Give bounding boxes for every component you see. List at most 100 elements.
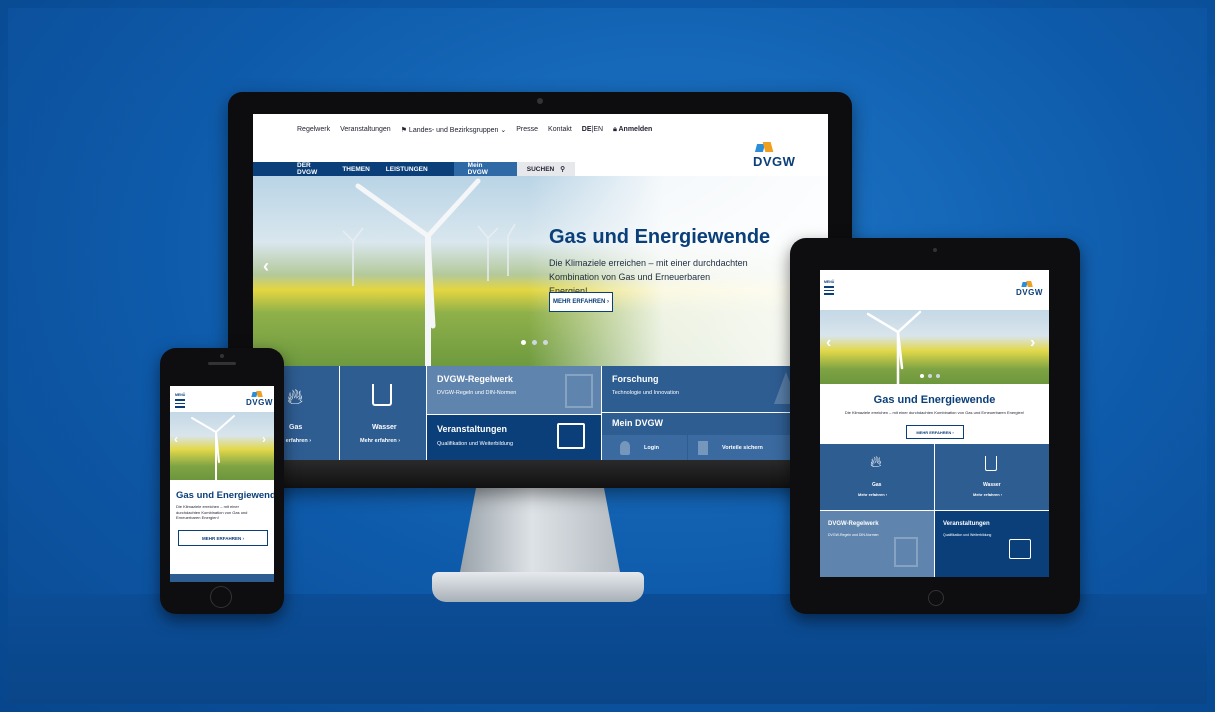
tile-regelwerk-title: DVGW-Regelwerk — [828, 521, 879, 527]
nav-landesgruppen[interactable]: ⚑ Landes- und Bezirksgruppen ⌄ — [401, 126, 507, 134]
monitor-camera — [537, 98, 543, 104]
tile-gas-link-label: Mehr erfahren — [858, 492, 885, 497]
wind-turbine-icon — [866, 310, 922, 384]
tile-gas-title: Gas — [289, 424, 303, 431]
slider-dot[interactable] — [521, 340, 526, 345]
login-link[interactable]: 🔒︎ Anmelden — [613, 126, 652, 134]
dvgw-logo[interactable]: DVGW — [753, 142, 795, 169]
nav-kontakt[interactable]: Kontakt — [548, 126, 572, 134]
phone: MENÜ DVGW ‹ › Gas und Energiewende Die K… — [160, 348, 284, 614]
tile-veranstaltungen[interactable]: Veranstaltungen Qualifikation und Weiter… — [427, 415, 601, 464]
main-navigation: DER DVGW THEMEN LEISTUNGEN Mein DVGW SUC… — [253, 162, 575, 176]
logo-mark-orange — [762, 142, 774, 152]
water-glass-icon — [372, 384, 392, 406]
nav-landesgruppen-label: Landes- und Bezirksgruppen — [408, 127, 499, 134]
tile-wasser-title: Wasser — [372, 424, 397, 431]
hero-image: ‹ › — [170, 412, 274, 480]
slider-prev-icon[interactable]: ‹ — [174, 432, 178, 446]
tile-regelwerk-subtitle: DVGW-Regeln und DIN-Normen — [437, 390, 517, 396]
hero-title: Gas und Energiewende — [549, 226, 771, 248]
hero-text: Die Klimaziele erreichen – mit einer dur… — [844, 410, 1025, 415]
slider-prev-icon[interactable]: ‹ — [826, 334, 831, 352]
tile-veranstaltungen-title: Veranstaltungen — [437, 424, 508, 434]
hero-slider: Gas und Energiewende Die Klimaziele erre… — [253, 176, 828, 366]
user-icon — [620, 441, 630, 455]
hero-more-label: MEHR ERFAHREN — [916, 429, 952, 435]
tablet-screen: MENÜ DVGW ‹ › Gas und Energiewende Die K… — [820, 270, 1049, 577]
phone-speaker — [208, 362, 236, 365]
slider-dot[interactable] — [936, 374, 940, 378]
logo-text: DVGW — [246, 398, 273, 407]
login-label: Anmelden — [618, 126, 653, 133]
tile-wasser[interactable]: Wasser Mehr erfahren › — [340, 366, 426, 464]
document-icon — [894, 537, 918, 567]
tile-regelwerk[interactable]: DVGW-Regelwerk DVGW-Regeln und DIN-Norme… — [427, 366, 601, 414]
tile-wasser-link[interactable]: Mehr erfahren › — [973, 492, 1002, 497]
presentation-icon — [1009, 539, 1031, 559]
slider-dot[interactable] — [920, 374, 924, 378]
hamburger-icon — [824, 286, 834, 288]
dvgw-logo[interactable]: DVGW — [1016, 281, 1043, 297]
menu-label: MENÜ — [175, 393, 186, 397]
tile-veranstaltungen[interactable]: Veranstaltungen Qualifikation und Weiter… — [935, 511, 1049, 577]
hero-image: ‹ › — [820, 310, 1049, 384]
flame-icon: 🔥︎ — [870, 454, 882, 471]
logo-mark-orange — [256, 391, 263, 397]
nav-mein-dvgw[interactable]: Mein DVGW — [453, 162, 517, 176]
slider-next-icon[interactable]: › — [262, 432, 266, 446]
slider-next-icon[interactable]: › — [1030, 334, 1035, 352]
menu-label: MENÜ — [824, 280, 835, 284]
hero-more-button[interactable]: MEHR ERFAHREN › — [178, 530, 268, 546]
phone-camera — [220, 354, 224, 358]
hero-more-button[interactable]: MEHR ERFAHREN › — [906, 425, 964, 439]
tile-gas-link[interactable]: Mehr erfahren › — [858, 492, 887, 497]
logo-text: DVGW — [1016, 288, 1043, 297]
tile-wasser-title: Wasser — [983, 482, 1001, 488]
flag-icon: ⚑ — [400, 127, 409, 134]
hero-more-label: MEHR ERFAHREN — [552, 299, 606, 305]
desktop-screen: Regelwerk Veranstaltungen ⚑ Landes- und … — [253, 114, 828, 464]
menu-button[interactable]: MENÜ — [175, 393, 185, 408]
nav-der-dvgw[interactable]: DER DVGW — [297, 162, 326, 176]
lang-de[interactable]: DE — [582, 126, 592, 133]
tile-veranstaltungen-subtitle: Qualifikation und Weiterbildung — [437, 441, 514, 447]
slider-dot[interactable] — [928, 374, 932, 378]
monitor-stand-base — [432, 572, 644, 602]
service-tiles: 🔥︎ Gas Mehr erfahren › Wasser Mehr erfah… — [253, 366, 828, 464]
language-switch[interactable]: DE|EN — [582, 126, 603, 134]
tablet-home-button[interactable] — [928, 590, 944, 606]
nav-presse[interactable]: Presse — [516, 126, 538, 134]
slider-dots — [920, 374, 940, 378]
tile-gas[interactable]: 🔥︎ Gas Mehr erfahren › — [820, 444, 934, 510]
hamburger-icon — [175, 399, 185, 401]
slider-dot[interactable] — [543, 340, 548, 345]
nav-regelwerk[interactable]: Regelwerk — [297, 126, 330, 134]
tablet: MENÜ DVGW ‹ › Gas und Energiewende Die K… — [790, 238, 1080, 614]
tile-regelwerk[interactable]: DVGW-Regelwerk DVGW-Regeln und DIN-Norme… — [820, 511, 934, 577]
monitor-stand-neck — [460, 488, 620, 572]
monitor: Regelwerk Veranstaltungen ⚑ Landes- und … — [228, 92, 852, 488]
search-button[interactable]: SUCHEN ⚲ — [516, 162, 575, 176]
slider-prev-icon[interactable]: ‹ — [263, 256, 269, 277]
nav-veranstaltungen[interactable]: Veranstaltungen — [340, 126, 391, 134]
lang-en[interactable]: |EN — [592, 126, 604, 133]
phone-home-button[interactable] — [210, 586, 232, 608]
logo-mark-orange — [1026, 281, 1033, 287]
water-glass-icon — [985, 456, 997, 471]
tile-veranstaltungen-title: Veranstaltungen — [943, 521, 990, 527]
presentation-icon — [557, 423, 585, 449]
hero-more-button[interactable]: MEHR ERFAHREN › — [549, 292, 613, 312]
dvgw-logo[interactable]: DVGW — [246, 391, 273, 407]
clipboard-icon — [698, 441, 708, 455]
tile-regelwerk-title: DVGW-Regelwerk — [437, 374, 513, 384]
nav-themen[interactable]: THEMEN — [342, 166, 369, 173]
tile-wasser[interactable]: Wasser Mehr erfahren › — [935, 444, 1049, 510]
slider-dot[interactable] — [532, 340, 537, 345]
nav-leistungen[interactable]: LEISTUNGEN — [386, 166, 428, 173]
tile-wasser-link[interactable]: Mehr erfahren › — [360, 438, 400, 444]
hero-title: Gas und Energiewende — [176, 490, 274, 501]
tile-forschung-title: Forschung — [612, 374, 659, 384]
hero-text: Die Klimaziele erreichen – mit einer dur… — [176, 504, 248, 520]
menu-button[interactable]: MENÜ — [824, 280, 834, 295]
top-navigation: Regelwerk Veranstaltungen ⚑ Landes- und … — [297, 126, 652, 134]
